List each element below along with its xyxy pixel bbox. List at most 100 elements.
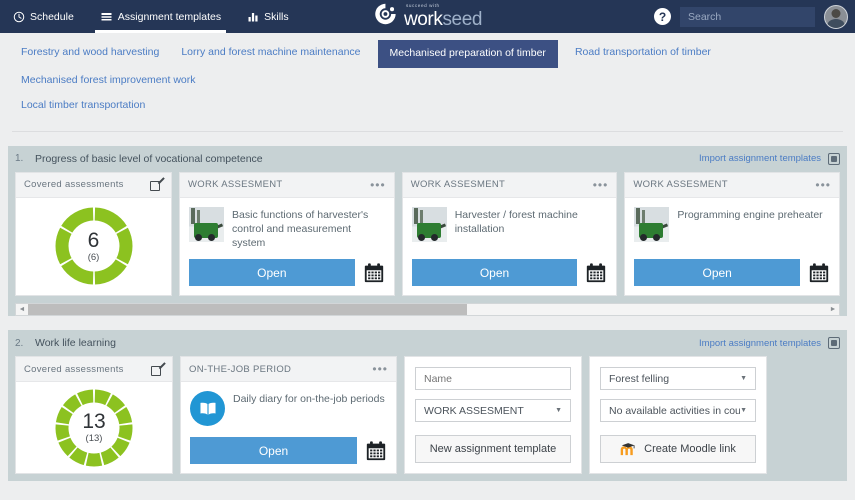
assignment-card-2: WORK ASSESMENT ••• Harvester / forest ma… xyxy=(401,171,618,297)
harvester-photo-icon xyxy=(189,206,225,242)
card-title: Daily diary for on-the-job periods xyxy=(233,393,385,406)
moodle-course-select[interactable]: Forest felling ▼ xyxy=(600,367,756,391)
card-footer: Open xyxy=(181,428,396,473)
list-icon xyxy=(100,11,113,23)
card-type-label: WORK ASSESMENT xyxy=(188,179,283,191)
category-tab-lorry-and-forest-machine-maintenance[interactable]: Lorry and forest machine maintenance xyxy=(170,40,371,66)
open-button[interactable]: Open xyxy=(189,259,355,287)
donut-total: (13) xyxy=(85,433,103,445)
workseed-logo[interactable]: succeed with workseed xyxy=(373,2,482,31)
section-2-header: 2. Work life learning Import assignment … xyxy=(8,330,847,356)
import-icon[interactable] xyxy=(828,337,840,350)
card-header: WORK ASSESMENT ••• xyxy=(402,172,617,198)
section-1-cards: Covered assessments 6 (6) WORK ASSESMENT xyxy=(8,171,847,304)
button-label: New assignment template xyxy=(429,443,557,456)
moodle-activity-select[interactable]: No available activities in cou ▼ xyxy=(600,399,756,423)
scrollbar-track[interactable] xyxy=(28,304,827,316)
bar-chart-icon xyxy=(247,11,259,23)
avatar[interactable] xyxy=(824,4,848,29)
card-footer: Open xyxy=(180,250,394,295)
covered-assessments-card-2: Covered assessments 13 (13) xyxy=(15,356,173,475)
category-tab-list: Forestry and wood harvesting Lorry and f… xyxy=(0,33,855,119)
card-header: ON-THE-JOB PERIOD ••• xyxy=(181,357,396,383)
category-tab-forestry-and-wood-harvesting[interactable]: Forestry and wood harvesting xyxy=(10,40,170,66)
calendar-icon[interactable] xyxy=(365,440,387,462)
section-number: 1. xyxy=(15,153,24,165)
button-label: Create Moodle link xyxy=(644,443,736,456)
donut-chart-2: 13 (13) xyxy=(51,385,137,471)
card-title: Covered assessments xyxy=(24,363,124,375)
scrollbar-thumb[interactable] xyxy=(28,304,468,316)
donut-total: (6) xyxy=(87,252,100,264)
new-assignment-template-button[interactable]: New assignment template xyxy=(415,435,571,464)
card-body: Harvester / forest machine installation xyxy=(403,198,617,251)
import-icon[interactable] xyxy=(828,152,840,165)
nav-item-label: Skills xyxy=(264,10,289,23)
scroll-right-arrow[interactable]: ► xyxy=(827,306,839,313)
edit-icon[interactable] xyxy=(150,177,165,192)
section-panel-2: 2. Work life learning Import assignment … xyxy=(8,330,847,482)
card-title: Basic functions of harvester's control a… xyxy=(232,208,369,249)
section-2-cards: Covered assessments 13 (13) ON-THE-JOB P… xyxy=(8,356,847,481)
harvester-photo-icon xyxy=(411,206,447,242)
nav-item-label: Assignment templates xyxy=(117,10,222,23)
category-tab-local-timber-transportation[interactable]: Local timber transportation xyxy=(10,93,156,119)
create-moodle-link-button[interactable]: Create Moodle link xyxy=(600,435,756,464)
help-icon[interactable]: ? xyxy=(654,8,671,25)
calendar-icon[interactable] xyxy=(808,262,830,284)
card-body: Daily diary for on-the-job periods xyxy=(181,382,396,428)
category-tab-mechanised-forest-improvement-work[interactable]: Mechanised forest improvement work xyxy=(10,68,207,94)
assignment-card-3: WORK ASSESMENT ••• Programming engine pr… xyxy=(624,171,840,297)
card-header: Covered assessments xyxy=(16,357,172,383)
open-button[interactable]: Open xyxy=(411,259,578,287)
nav-item-schedule[interactable]: Schedule xyxy=(0,0,87,33)
category-tab-road-transportation-of-timber[interactable]: Road transportation of timber xyxy=(564,40,722,66)
scroll-left-arrow[interactable]: ◄ xyxy=(16,306,28,313)
donut-chart-body: 13 (13) xyxy=(16,382,172,473)
nav-item-assignment-templates[interactable]: Assignment templates xyxy=(87,0,234,33)
card-title: Covered assessments xyxy=(24,179,124,191)
header-tools: ? xyxy=(654,4,848,29)
on-the-job-period-card: ON-THE-JOB PERIOD ••• Daily diary for on… xyxy=(180,356,397,475)
card-type-label: ON-THE-JOB PERIOD xyxy=(189,363,292,375)
assignment-card-1: WORK ASSESMENT ••• Basic functions of ha… xyxy=(179,171,395,297)
card-title: Programming engine preheater xyxy=(677,208,823,221)
search-input[interactable] xyxy=(680,6,815,27)
template-type-select[interactable]: WORK ASSESMENT ▼ xyxy=(415,399,571,423)
clock-icon xyxy=(13,11,25,23)
section-1-header: 1. Progress of basic level of vocational… xyxy=(8,146,847,172)
nav-item-label: Schedule xyxy=(30,10,74,23)
card-header: WORK ASSESMENT ••• xyxy=(180,172,394,198)
card-title: Harvester / forest machine installation xyxy=(454,208,578,235)
chevron-down-icon: ▼ xyxy=(740,407,747,415)
logo-name-tail: seed xyxy=(442,8,483,30)
calendar-icon[interactable] xyxy=(363,262,385,284)
edit-icon[interactable] xyxy=(151,361,166,376)
nav-item-skills[interactable]: Skills xyxy=(234,0,302,33)
donut-chart-body: 6 (6) xyxy=(16,198,171,296)
covered-assessments-card-1: Covered assessments 6 (6) xyxy=(15,171,173,297)
card-header: Covered assessments xyxy=(16,172,172,198)
card-body: Basic functions of harvester's control a… xyxy=(180,198,394,251)
section-title: Progress of basic level of vocational co… xyxy=(35,152,263,165)
card-header: WORK ASSESMENT ••• xyxy=(625,172,839,198)
import-assignment-templates-link[interactable]: Import assignment templates xyxy=(699,153,821,164)
moodle-course-value: Forest felling xyxy=(609,372,670,385)
donut-value: 13 xyxy=(82,410,106,434)
open-button[interactable]: Open xyxy=(190,437,357,465)
horizontal-scrollbar[interactable]: ◄ ► xyxy=(15,303,840,317)
card-type-label: WORK ASSESMENT xyxy=(633,179,728,191)
calendar-icon[interactable] xyxy=(585,262,607,284)
harvester-photo-icon xyxy=(634,206,670,242)
chevron-down-icon: ▼ xyxy=(555,407,562,415)
top-navigation-bar: Schedule Assignment templates Skills suc… xyxy=(0,0,855,33)
import-assignment-templates-link[interactable]: Import assignment templates xyxy=(699,338,821,349)
logo-mark-icon xyxy=(373,2,397,31)
logo-name: work xyxy=(403,8,443,30)
card-type-label: WORK ASSESMENT xyxy=(410,179,506,191)
section-title: Work life learning xyxy=(35,337,116,350)
template-name-input[interactable] xyxy=(415,367,571,391)
header-divider xyxy=(12,130,843,132)
category-tab-mechanised-preparation-of-timber[interactable]: Mechanised preparation of timber xyxy=(377,40,558,68)
open-button[interactable]: Open xyxy=(634,259,800,287)
